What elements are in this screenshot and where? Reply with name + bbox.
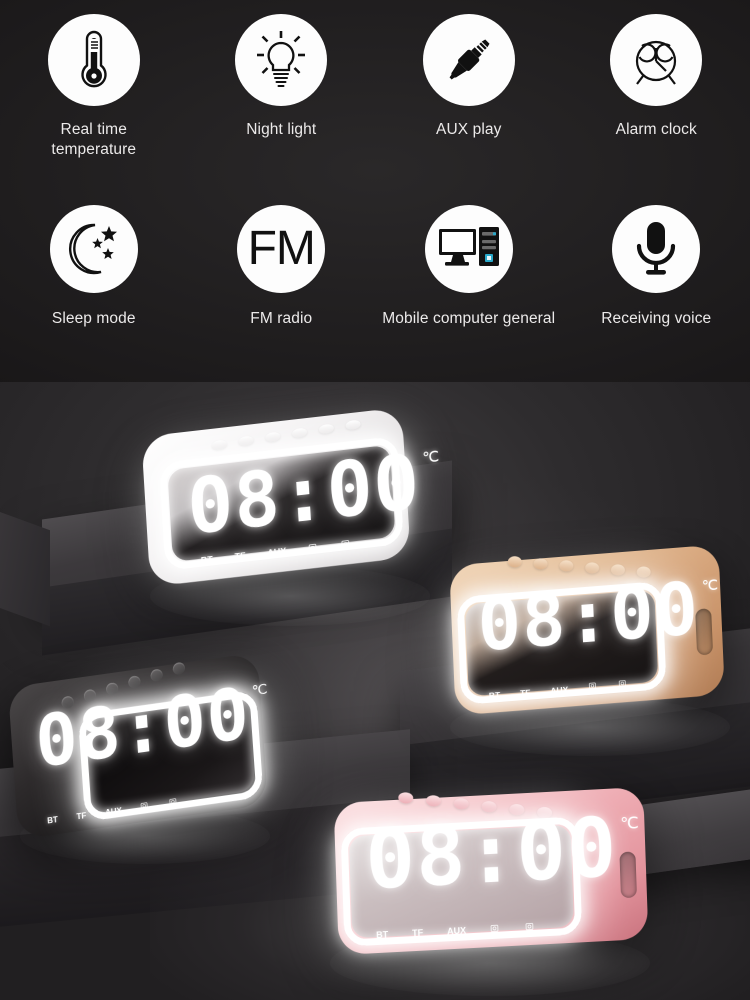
alarm-1-icon bbox=[308, 542, 320, 555]
alarm-2-icon bbox=[525, 921, 537, 933]
feature-sleep-mode: Sleep mode bbox=[0, 205, 188, 329]
lightbulb-icon bbox=[235, 14, 328, 106]
temperature-unit: ℃ bbox=[251, 680, 269, 700]
indicator-tf: TF bbox=[76, 810, 87, 821]
alarm-2-icon bbox=[619, 679, 630, 690]
temperature-unit: ℃ bbox=[421, 446, 440, 467]
alarm-clock-icon bbox=[610, 14, 703, 106]
time-readout: 08:00 ℃ bbox=[363, 800, 640, 909]
feature-alarm-clock: Alarm clock bbox=[563, 14, 750, 160]
top-button[interactable] bbox=[425, 794, 442, 808]
indicator-aux: AUX bbox=[550, 684, 569, 696]
audio-jack-icon bbox=[422, 14, 515, 106]
side-port bbox=[695, 608, 714, 656]
time-readout: 08:00 ℃ bbox=[475, 566, 720, 668]
side-port bbox=[619, 851, 637, 899]
indicator-tf: TF bbox=[519, 687, 531, 699]
moon-stars-icon bbox=[49, 205, 138, 293]
alarm-1-icon bbox=[588, 682, 599, 693]
top-button[interactable] bbox=[397, 791, 414, 805]
indicator-bt: BT bbox=[488, 689, 501, 701]
indicator-tf: TF bbox=[234, 551, 246, 563]
desktop-computer-icon bbox=[424, 205, 513, 293]
feature-label: Night light bbox=[246, 121, 317, 138]
indicator-aux: AUX bbox=[104, 805, 123, 817]
indicator-tf: TF bbox=[411, 928, 424, 939]
temperature-unit: ℃ bbox=[701, 577, 719, 595]
product-gold-alarm-clock: 08:00 ℃ BT TF AUX bbox=[449, 544, 725, 716]
indicator-bt: BT bbox=[376, 929, 389, 941]
product-photo-scene: 08:00 ℃ BT TF AUX 08:00 ℃ BT TF AUX 08:0… bbox=[0, 370, 750, 1000]
top-button[interactable] bbox=[584, 561, 600, 574]
time-readout: 08:00 ℃ bbox=[184, 436, 443, 553]
feature-grid: Real time temperature Night light AUX pl… bbox=[0, 0, 750, 382]
alarm-2-icon bbox=[341, 538, 353, 551]
feature-label: Sleep mode bbox=[51, 310, 136, 327]
alarm-2-icon bbox=[169, 797, 180, 808]
product-feature-poster: Real time temperature Night light AUX pl… bbox=[0, 0, 750, 1000]
indicator-bt: BT bbox=[46, 814, 59, 825]
product-white-alarm-clock: 08:00 ℃ BT TF AUX bbox=[141, 407, 440, 587]
fm-icon-text: FM bbox=[247, 222, 316, 275]
thermometer-icon bbox=[47, 14, 140, 106]
indicator-aux: AUX bbox=[446, 925, 467, 937]
alarm-1-icon bbox=[490, 923, 502, 935]
feature-label: Mobile computer general bbox=[382, 310, 556, 327]
fm-text-icon: FM bbox=[237, 205, 326, 293]
time-value: 08:00 bbox=[184, 436, 423, 553]
indicator-bt: BT bbox=[200, 554, 214, 567]
feature-mobile-computer-general: Mobile computer general bbox=[375, 205, 563, 329]
time-value: 08:00 bbox=[363, 800, 619, 909]
feature-label: Alarm clock bbox=[615, 121, 697, 138]
top-button[interactable] bbox=[507, 555, 523, 568]
feature-label: Real time temperature bbox=[51, 121, 137, 158]
feature-row-1: Real time temperature Night light AUX pl… bbox=[0, 14, 750, 160]
microphone-icon bbox=[612, 205, 701, 293]
product-pink-alarm-clock: 08:00 ℃ BT TF AUX bbox=[333, 786, 649, 956]
alarm-1-icon bbox=[140, 801, 151, 812]
feature-label: FM radio bbox=[250, 310, 313, 327]
feature-label: AUX play bbox=[436, 121, 502, 138]
top-button[interactable] bbox=[533, 557, 549, 570]
feature-receiving-voice: Receiving voice bbox=[563, 205, 750, 329]
feature-aux-play: AUX play bbox=[375, 14, 563, 160]
feature-fm-radio: FM FM radio bbox=[188, 205, 376, 329]
feature-row-2: Sleep mode FM FM radio Mobile computer g… bbox=[0, 205, 750, 329]
time-value: 08:00 bbox=[475, 566, 701, 668]
temperature-unit: ℃ bbox=[619, 813, 639, 834]
indicator-aux: AUX bbox=[267, 546, 287, 559]
feature-real-time-temperature: Real time temperature bbox=[0, 14, 188, 160]
pedestal-back-left-side bbox=[0, 509, 50, 627]
feature-label: Receiving voice bbox=[601, 310, 712, 327]
feature-night-light: Night light bbox=[188, 14, 376, 160]
top-button[interactable] bbox=[558, 559, 574, 572]
